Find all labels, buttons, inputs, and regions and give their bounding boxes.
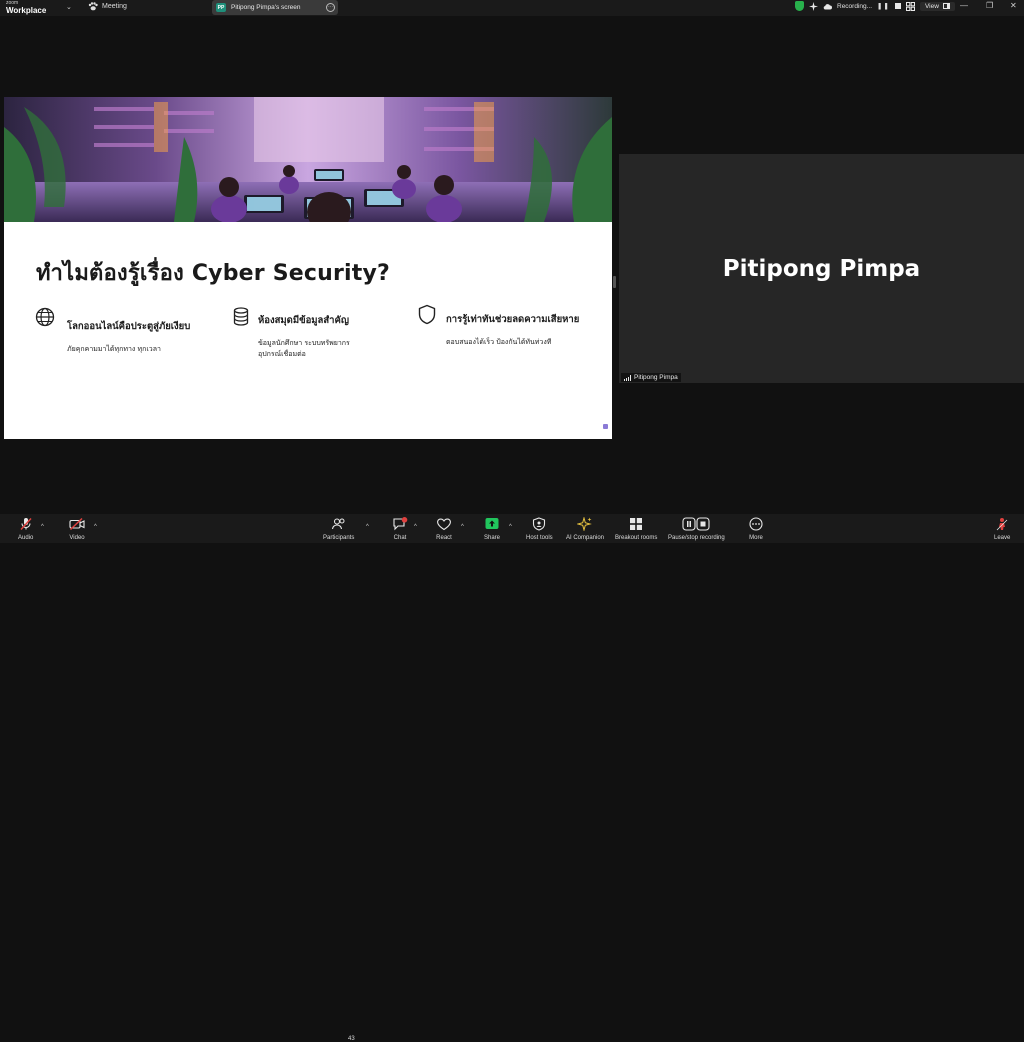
participants-options-caret-icon[interactable]: ^ — [366, 524, 369, 530]
share-screen-icon — [485, 518, 499, 529]
shared-screen-slide: ทำไมต้องรู้เรื่อง Cyber Security? โลกออน… — [4, 97, 612, 439]
cloud-icon — [823, 3, 832, 9]
feature-title: การรู้เท่าทันช่วยลดความเสียหาย — [446, 314, 580, 325]
slide-title: ทำไมต้องรู้เรื่อง Cyber Security? — [36, 261, 390, 286]
host-shield-icon — [533, 517, 546, 531]
feature-desc: ข้อมูลนักศึกษา ระบบทรัพยากร อุปกรณ์เชื่อ… — [258, 338, 350, 360]
grid-icon[interactable] — [905, 1, 915, 11]
ai-companion-label: AI Companion — [566, 535, 605, 541]
panel-resize-handle[interactable] — [613, 276, 616, 288]
breakout-rooms-button[interactable]: Breakout rooms — [615, 517, 657, 541]
chat-button[interactable]: Chat — [392, 517, 408, 541]
participants-button[interactable]: Participants — [323, 517, 354, 541]
more-button[interactable]: More — [748, 517, 764, 541]
shield-icon — [418, 304, 436, 325]
chat-label: Chat — [393, 535, 407, 541]
feature-awareness: การรู้เท่าทันช่วยลดความเสียหาย ตอบสนองได… — [446, 312, 579, 348]
react-options-caret-icon[interactable]: ^ — [461, 524, 464, 530]
feature-desc-line: ข้อมูลนักศึกษา ระบบทรัพยากร — [258, 339, 350, 347]
participant-name-display: Pitipong Pimpa — [722, 256, 921, 282]
view-layout-icon — [942, 3, 950, 9]
feature-desc: ภัยคุกคามมาได้ทุกทาง ทุกเวลา — [67, 345, 161, 353]
participants-icon — [331, 518, 345, 530]
chat-icon — [393, 517, 408, 531]
view-label: View — [924, 2, 939, 10]
participants-count: 43 — [348, 1036, 355, 1042]
ai-sparkle-icon — [577, 517, 592, 531]
recording-status: Recording... — [837, 2, 873, 10]
participant-label-text: Pitipong Pimpa — [634, 374, 678, 381]
more-label: More — [749, 535, 763, 541]
microphone-muted-icon — [20, 517, 32, 531]
top-bar: zoom Workplace ⌄ Meeting PP Pitipong Pim… — [0, 0, 1024, 16]
database-icon — [233, 307, 249, 326]
chat-options-caret-icon[interactable]: ^ — [414, 524, 417, 530]
leave-icon — [996, 518, 1008, 531]
audio-options-caret-icon[interactable]: ^ — [41, 524, 44, 530]
feature-online-threats: โลกออนไลน์คือประตูสู่ภัยเงียบ ภัยคุกคามม… — [67, 319, 190, 355]
screen-share-tab[interactable]: PP Pitipong Pimpa's screen ··· — [212, 0, 338, 15]
view-button[interactable]: View — [919, 1, 955, 11]
meeting-label: Meeting — [102, 3, 127, 10]
more-options-icon[interactable]: ··· — [326, 3, 335, 12]
ai-companion-button[interactable]: AI Companion — [566, 517, 604, 541]
chevron-down-icon[interactable]: ⌄ — [66, 3, 72, 11]
feature-library-data: ห้องสมุดมีข้อมูลสำคัญ ข้อมูลนักศึกษา ระบ… — [258, 313, 350, 360]
video-options-caret-icon[interactable]: ^ — [94, 524, 97, 530]
feature-title: โลกออนไลน์คือประตูสู่ภัยเงียบ — [67, 321, 191, 332]
sparkle-icon[interactable] — [809, 1, 818, 11]
paw-icon — [88, 2, 98, 11]
camera-off-icon — [69, 517, 85, 531]
restore-icon[interactable]: ❐ — [986, 1, 993, 10]
more-dots-icon — [749, 517, 763, 531]
close-icon[interactable]: ✕ — [1010, 1, 1017, 10]
react-label: React — [436, 535, 452, 541]
signal-bars-icon — [624, 374, 631, 381]
encryption-shield-icon[interactable] — [795, 1, 804, 11]
globe-icon — [35, 307, 55, 327]
avatar: PP — [216, 3, 226, 12]
share-button[interactable]: Share — [484, 517, 500, 541]
top-right-status: Recording... ❚❚ View — [795, 1, 955, 11]
stop-small-icon[interactable] — [894, 3, 901, 9]
share-label: Share — [484, 535, 501, 541]
react-button[interactable]: React — [436, 517, 452, 541]
minimize-icon[interactable]: — — [960, 1, 968, 10]
leave-button[interactable]: Leave — [994, 517, 1010, 541]
video-button[interactable]: Video — [69, 517, 85, 541]
participant-label: Pitipong Pimpa — [621, 373, 681, 382]
meeting-button[interactable]: Meeting — [88, 2, 127, 11]
pause-small-icon[interactable]: ❚❚ — [877, 2, 890, 10]
heart-icon — [437, 518, 451, 531]
audio-label: Audio — [18, 535, 34, 541]
participant-video-tile[interactable]: Pitipong Pimpa Pitipong Pimpa — [619, 154, 1024, 383]
slide-marker — [603, 424, 608, 429]
breakout-grid-icon — [630, 518, 643, 530]
screen-tab-label: Pitipong Pimpa's screen — [231, 4, 301, 11]
brand-big: Workplace — [6, 6, 47, 15]
feature-desc-line: อุปกรณ์เชื่อมต่อ — [258, 350, 306, 358]
host-tools-button[interactable]: Host tools — [526, 517, 553, 541]
pause-stop-recording-button[interactable]: Pause/stop recording — [668, 517, 725, 541]
leave-label: Leave — [994, 535, 1011, 541]
feature-title: ห้องสมุดมีข้อมูลสำคัญ — [258, 315, 349, 326]
library-photo — [4, 97, 612, 222]
share-options-caret-icon[interactable]: ^ — [509, 524, 512, 530]
feature-desc: ตอบสนองได้เร็ว ป้องกันได้ทันท่วงที — [446, 338, 552, 346]
pause-recording-label: Pause/stop recording — [668, 535, 725, 541]
meeting-toolbar: Audio ^ Video ^ Participants 43 ^ Chat ^… — [0, 514, 1024, 1042]
breakout-rooms-label: Breakout rooms — [615, 535, 658, 541]
host-tools-label: Host tools — [526, 535, 553, 541]
participants-label: Participants — [323, 535, 355, 541]
video-label: Video — [69, 535, 85, 541]
zoom-logo: zoom Workplace — [6, 0, 47, 15]
pause-stop-icon — [682, 517, 710, 531]
audio-button[interactable]: Audio — [18, 517, 33, 541]
